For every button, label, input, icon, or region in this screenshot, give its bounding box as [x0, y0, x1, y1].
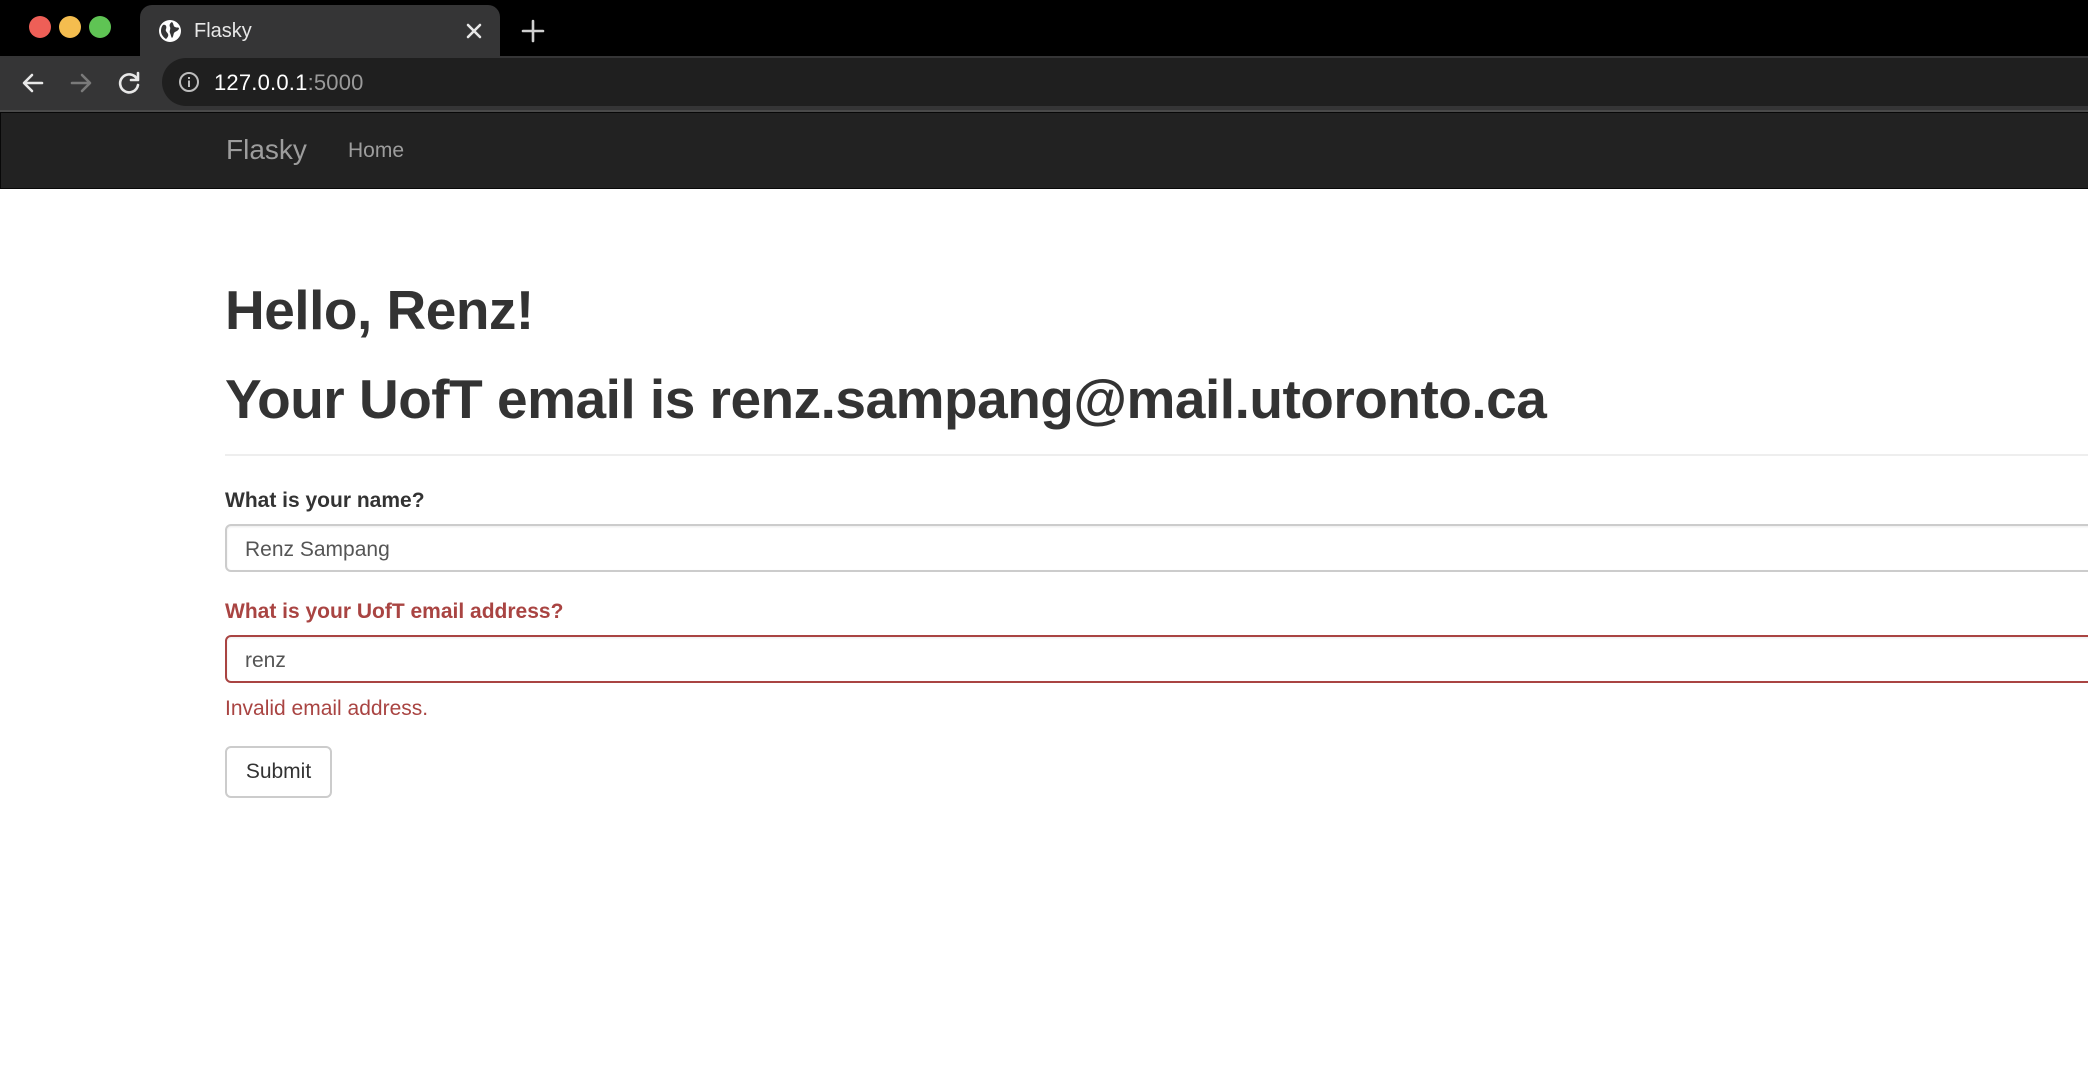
- name-label: What is your name?: [225, 489, 425, 512]
- address-bar[interactable]: 127.0.0.1:5000: [162, 58, 2088, 106]
- submit-button[interactable]: Submit: [225, 746, 332, 798]
- info-icon[interactable]: [178, 71, 200, 93]
- reload-icon[interactable]: [115, 69, 143, 97]
- email-input-value: renz: [245, 649, 286, 672]
- url-port: :5000: [307, 70, 364, 95]
- url-host: 127.0.0.1: [214, 70, 308, 95]
- email-input[interactable]: renz: [225, 635, 2088, 683]
- name-input-value: Renz Sampang: [245, 538, 390, 561]
- forward-arrow-icon[interactable]: [67, 69, 95, 97]
- window-close-button[interactable]: [29, 16, 51, 38]
- nav-link-home[interactable]: Home: [348, 139, 404, 163]
- name-input[interactable]: Renz Sampang: [225, 524, 2088, 572]
- browser-tab-strip: Flasky: [0, 0, 2088, 56]
- browser-toolbar: 127.0.0.1:5000: [0, 56, 2088, 110]
- window-zoom-button[interactable]: [89, 16, 111, 38]
- app-navbar: Flasky Home: [0, 112, 2088, 189]
- url-text: 127.0.0.1:5000: [214, 70, 364, 96]
- email-label: What is your UofT email address?: [225, 600, 564, 623]
- window-minimize-button[interactable]: [59, 16, 81, 38]
- navbar-brand[interactable]: Flasky: [226, 134, 307, 166]
- email-heading: Your UofT email is renz.sampang@mail.uto…: [225, 368, 1547, 430]
- greeting-heading: Hello, Renz!: [225, 279, 534, 341]
- globe-icon: [159, 20, 181, 42]
- back-arrow-icon[interactable]: [19, 69, 47, 97]
- page-header-divider: [225, 454, 2088, 456]
- browser-tab[interactable]: Flasky: [140, 5, 500, 56]
- close-icon[interactable]: [462, 19, 486, 43]
- email-error-message: Invalid email address.: [225, 697, 429, 720]
- tab-title: Flasky: [194, 20, 252, 42]
- plus-icon[interactable]: [519, 17, 547, 45]
